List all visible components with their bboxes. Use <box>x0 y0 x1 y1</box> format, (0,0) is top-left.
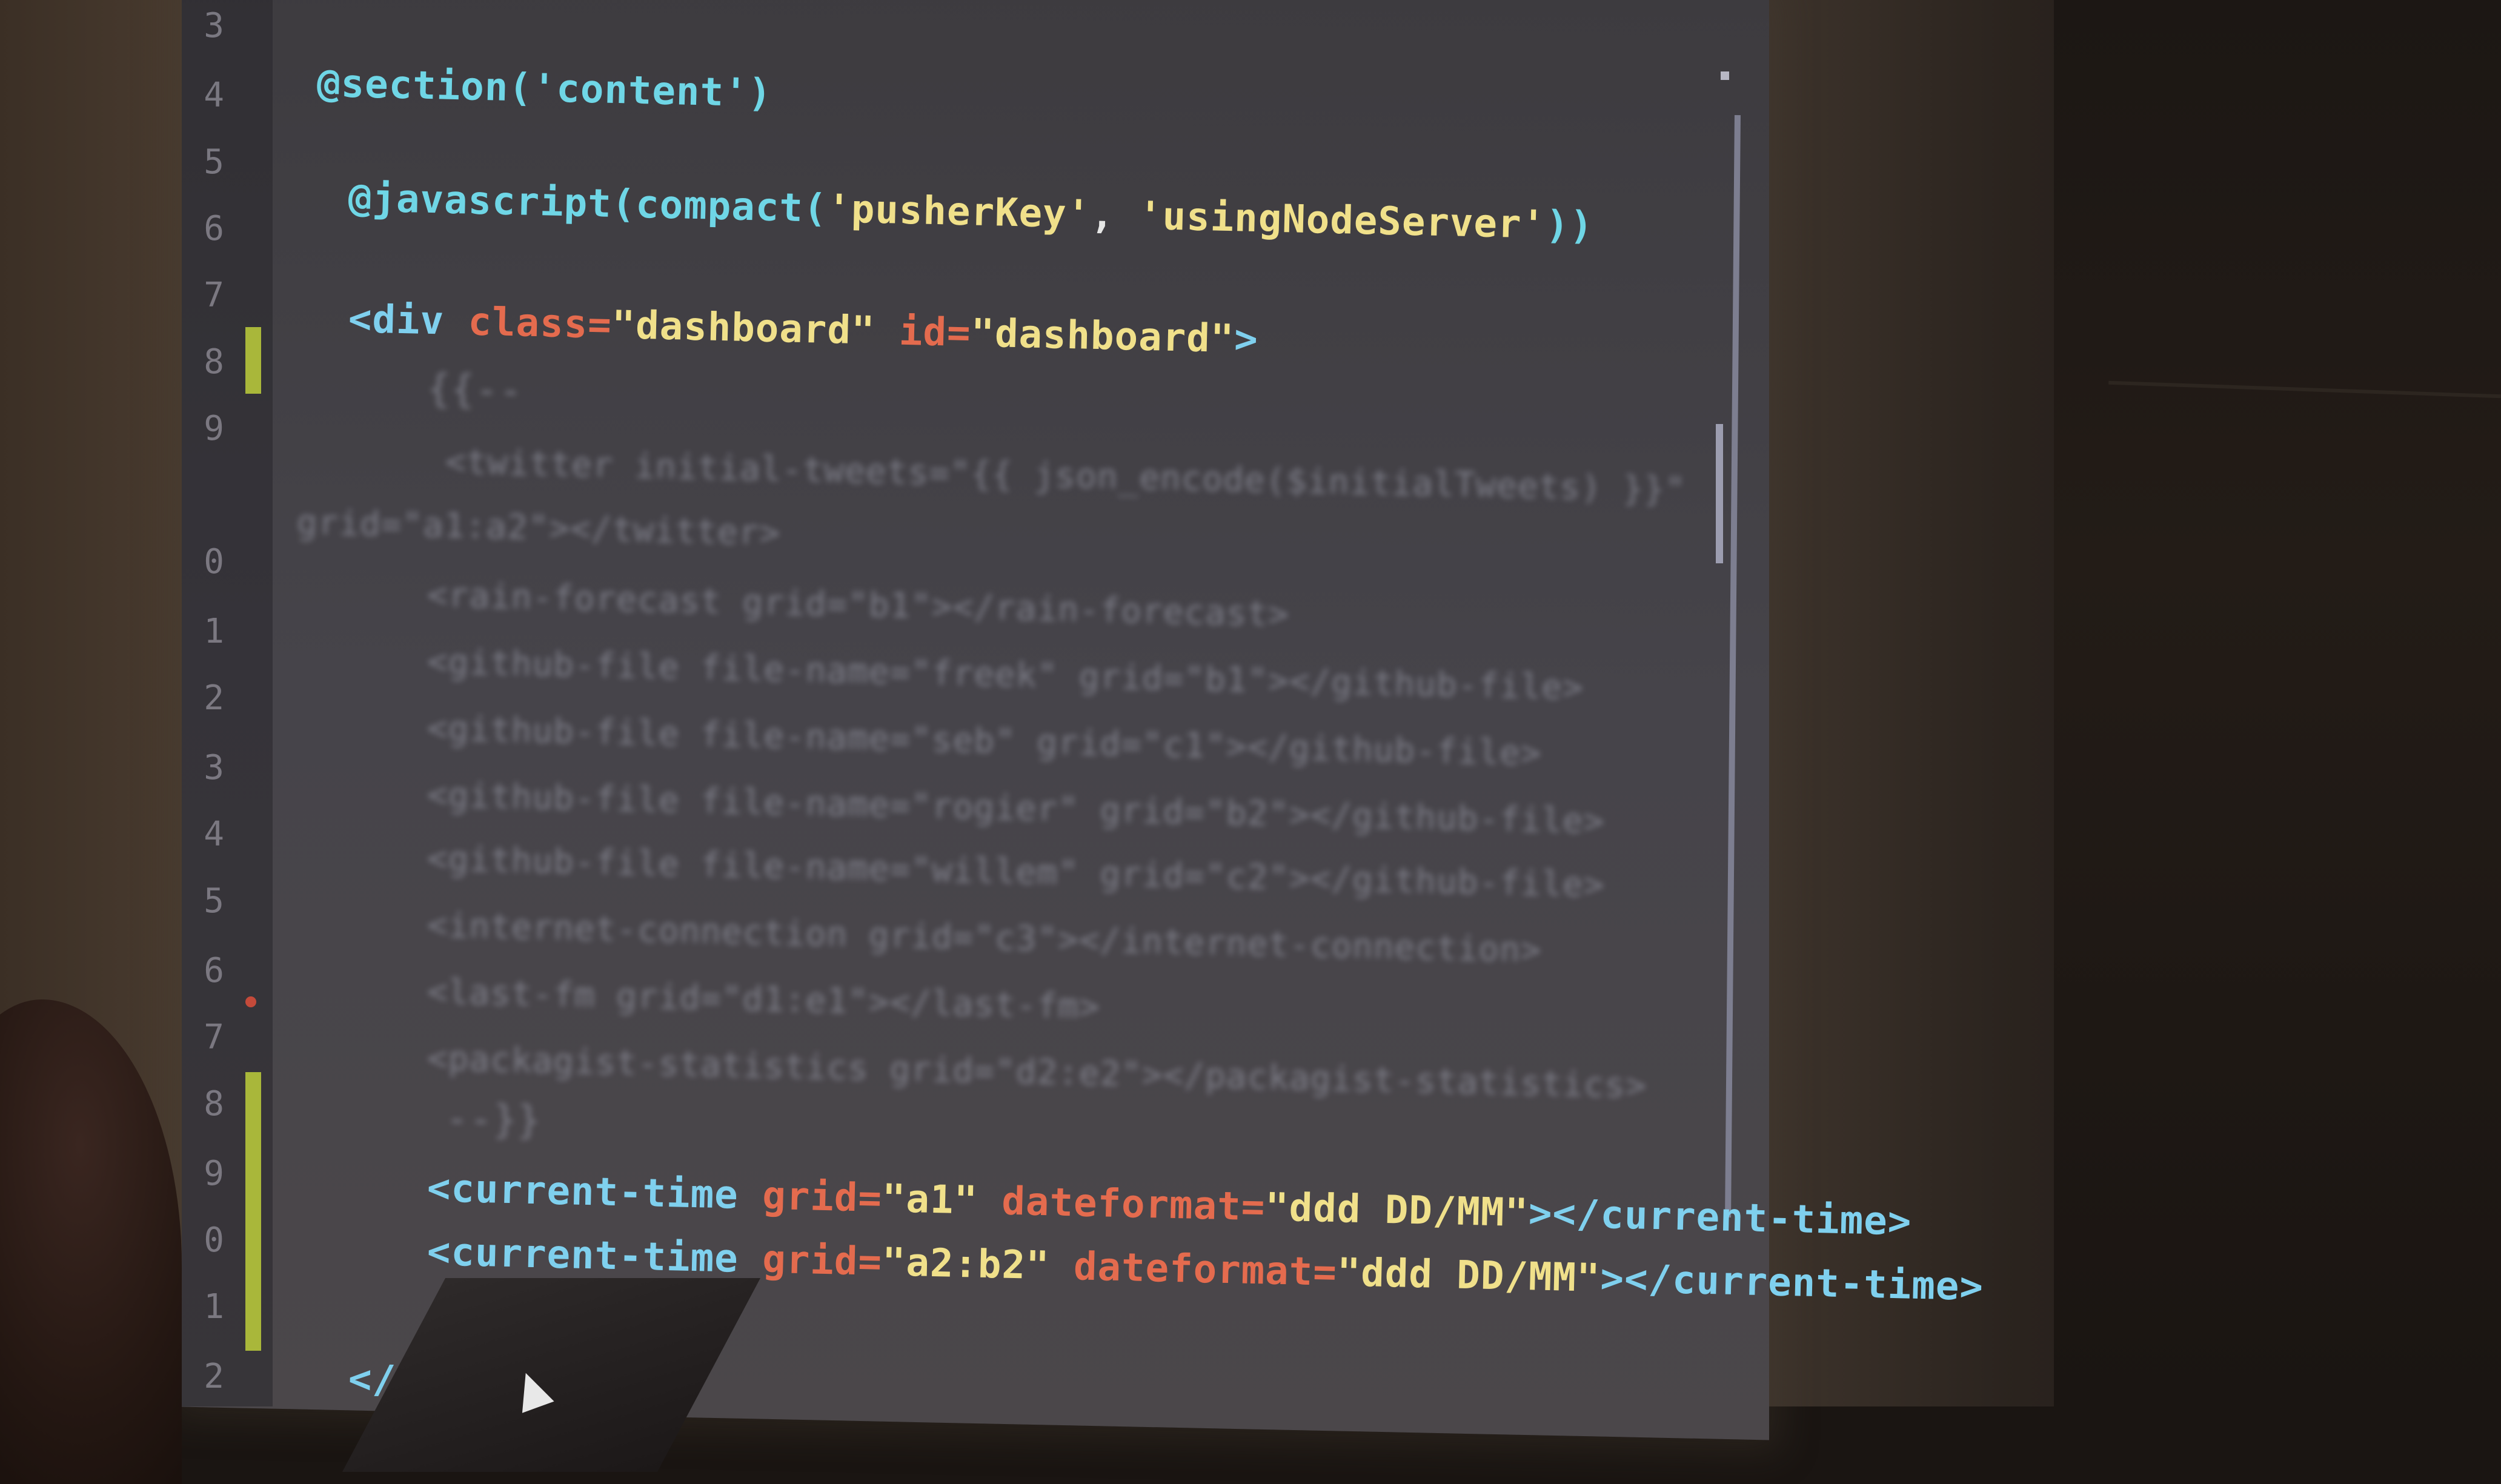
code-line: --}} <box>445 1096 542 1144</box>
line-number: 4 <box>204 76 224 115</box>
line-number: 8 <box>204 342 224 382</box>
line-number: 2 <box>204 678 224 718</box>
line-number: 9 <box>204 1154 224 1193</box>
dark-panel <box>2054 0 2501 1406</box>
line-number: 5 <box>204 881 224 921</box>
line-number: 5 <box>204 142 224 182</box>
line-number: 1 <box>204 612 224 651</box>
scrollbar-thumb[interactable] <box>1716 424 1723 563</box>
line-number: 0 <box>204 542 224 581</box>
git-change-marker <box>245 327 261 394</box>
code-line: {{-- <box>427 366 523 414</box>
line-number: 2 <box>204 1357 224 1396</box>
git-change-marker <box>245 1072 261 1351</box>
line-number: 7 <box>204 1018 224 1057</box>
line-number: 7 <box>204 276 224 315</box>
code-line: @section('content') <box>316 61 772 116</box>
line-number: 1 <box>204 1287 224 1327</box>
line-number: 9 <box>204 409 224 448</box>
line-number: 3 <box>204 748 224 787</box>
line-number: 4 <box>204 815 224 854</box>
line-number: 6 <box>204 209 224 248</box>
scrollbar-marker <box>1721 71 1729 80</box>
line-number: 3 <box>204 6 224 45</box>
line-number: 8 <box>204 1084 224 1124</box>
line-number: 0 <box>204 1221 224 1260</box>
line-number: 6 <box>204 951 224 990</box>
git-deletion-marker <box>245 996 256 1007</box>
